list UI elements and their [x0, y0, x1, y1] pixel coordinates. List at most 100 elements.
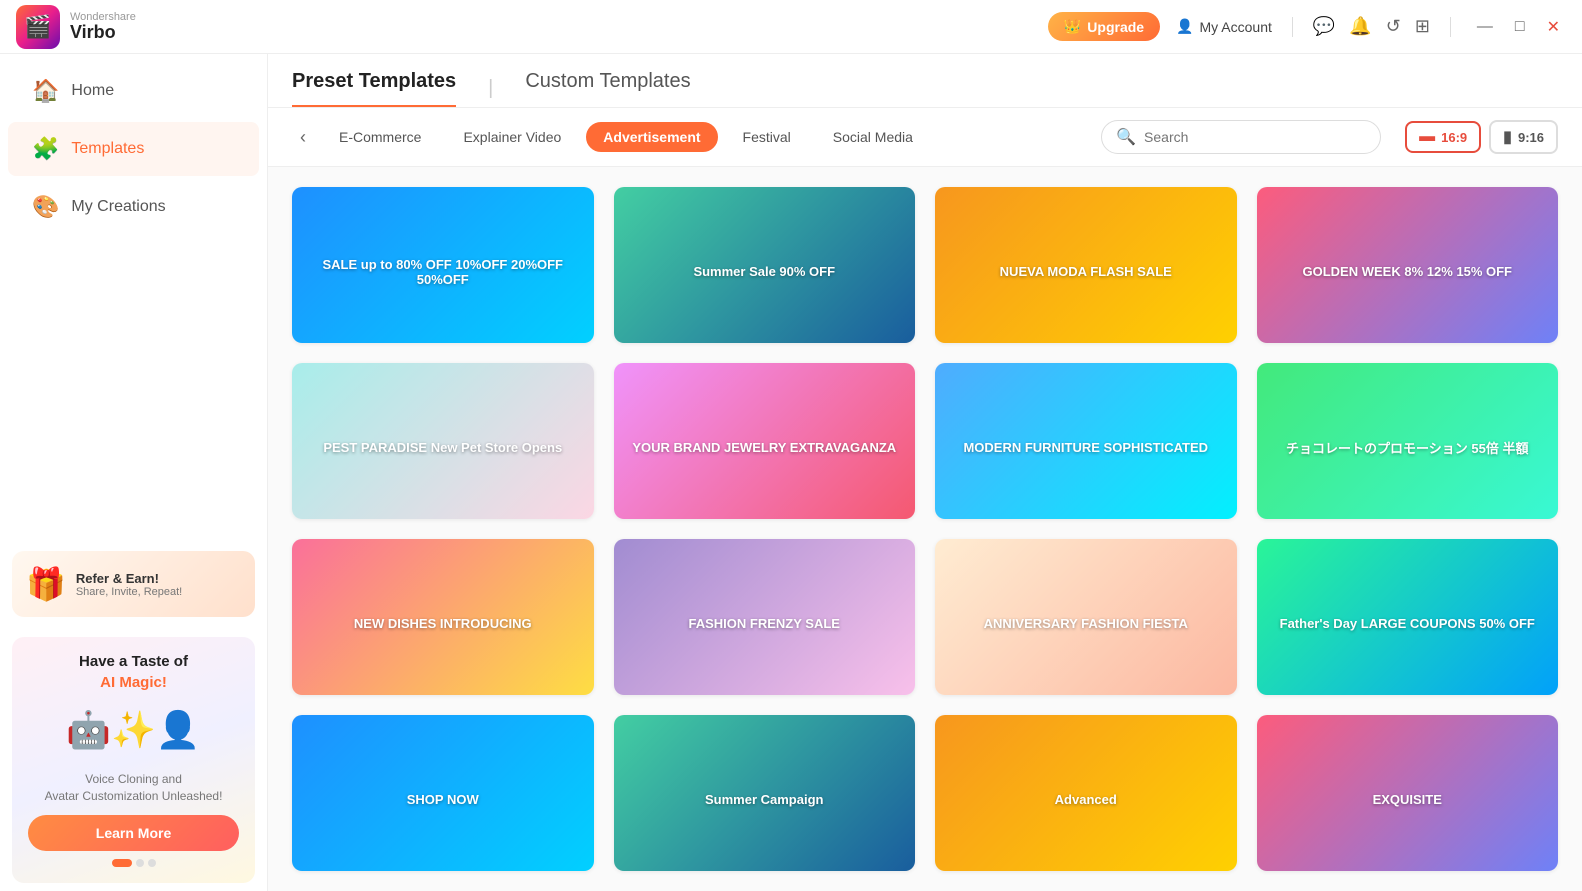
creations-icon: 🎨: [32, 194, 59, 220]
dot-2: [136, 859, 144, 867]
promo-title: Refer & Earn!: [76, 571, 182, 586]
crown-icon: 👑: [1064, 18, 1081, 35]
app-logo-icon: 🎬: [16, 5, 60, 49]
upgrade-button[interactable]: 👑 Upgrade: [1048, 12, 1160, 41]
template-card[interactable]: ANNIVERSARY FASHION FIESTAAnniversary Fa…: [935, 539, 1237, 695]
notification-icon[interactable]: 🔔: [1349, 16, 1371, 37]
sidebar-creations-label: My Creations: [71, 198, 165, 216]
filter-bar: ‹ E-Commerce Explainer Video Advertiseme…: [268, 108, 1582, 167]
my-account-button[interactable]: 👤 My Account: [1176, 18, 1272, 35]
template-thumbnail: チョコレートのプロモーション 55倍 半額: [1257, 363, 1559, 519]
template-thumb-label: NEW DISHES INTRODUCING: [292, 539, 594, 695]
template-card[interactable]: Father's Day LARGE COUPONS 50% OFFFather…: [1257, 539, 1559, 695]
close-button[interactable]: ✕: [1541, 15, 1566, 39]
template-thumb-label: MODERN FURNITURE SOPHISTICATED: [935, 363, 1237, 519]
template-thumbnail: YOUR BRAND JEWELRY EXTRAVAGANZA: [614, 363, 916, 519]
template-thumbnail: Father's Day LARGE COUPONS 50% OFF: [1257, 539, 1559, 695]
template-card[interactable]: SHOP NOWShopping Promotion: [292, 715, 594, 871]
template-thumb-label: PEST PARADISE New Pet Store Opens: [292, 363, 594, 519]
template-card[interactable]: SALE up to 80% OFF 10%OFF 20%OFF 50%OFFI…: [292, 187, 594, 343]
content-header: Preset Templates | Custom Templates: [268, 54, 1582, 108]
template-card[interactable]: AdvancedAdvanced Marketing: [935, 715, 1237, 871]
template-card[interactable]: Summer Sale 90% OFFSummer Bikini Sale Ho…: [614, 187, 916, 343]
promo-icon: 🎁: [26, 565, 66, 603]
template-card[interactable]: YOUR BRAND JEWELRY EXTRAVAGANZAJewelry E…: [614, 363, 916, 519]
window-controls: — □ ✕: [1471, 15, 1566, 39]
template-thumb-label: SALE up to 80% OFF 10%OFF 20%OFF 50%OFF: [292, 187, 594, 343]
tab-divider: |: [488, 77, 493, 100]
template-thumb-label: Father's Day LARGE COUPONS 50% OFF: [1257, 539, 1559, 695]
grid-icon[interactable]: ⊞: [1415, 16, 1430, 37]
tab-custom-templates[interactable]: Custom Templates: [525, 70, 690, 107]
template-thumbnail: Summer Sale 90% OFF: [614, 187, 916, 343]
ai-magic-highlight: AI Magic!: [28, 674, 239, 691]
template-thumbnail: NEW DISHES INTRODUCING: [292, 539, 594, 695]
filter-chip-festival[interactable]: Festival: [726, 122, 808, 152]
sidebar: 🏠 Home 🧩 Templates 🎨 My Creations 🎁 Refe…: [0, 54, 268, 891]
titlebar-divider2: [1450, 17, 1451, 37]
filter-chip-social-media[interactable]: Social Media: [816, 122, 930, 152]
template-thumbnail: EXQUISITE: [1257, 715, 1559, 871]
tab-preset-templates[interactable]: Preset Templates: [292, 70, 456, 107]
maximize-button[interactable]: □: [1509, 16, 1531, 38]
template-thumbnail: PEST PARADISE New Pet Store Opens: [292, 363, 594, 519]
sidebar-item-templates[interactable]: 🧩 Templates: [8, 122, 259, 176]
search-box: 🔍: [1101, 120, 1381, 154]
template-thumbnail: MODERN FURNITURE SOPHISTICATED: [935, 363, 1237, 519]
sidebar-templates-label: Templates: [71, 140, 144, 158]
logo-virbo: Virbo: [70, 23, 136, 43]
template-thumbnail: FASHION FRENZY SALE: [614, 539, 916, 695]
sidebar-item-home[interactable]: 🏠 Home: [8, 64, 259, 118]
filter-chip-ecommerce[interactable]: E-Commerce: [322, 122, 438, 152]
refresh-icon[interactable]: ↺: [1386, 16, 1401, 37]
template-card[interactable]: NUEVA MODA FLASH SALEFootball Jersey Pro…: [935, 187, 1237, 343]
minimize-button[interactable]: —: [1471, 16, 1499, 38]
template-thumbnail: ANNIVERSARY FASHION FIESTA: [935, 539, 1237, 695]
home-icon: 🏠: [32, 78, 59, 104]
filter-chip-explainer[interactable]: Explainer Video: [446, 122, 578, 152]
sidebar-promo-banner[interactable]: 🎁 Refer & Earn! Share, Invite, Repeat!: [12, 551, 255, 617]
template-card[interactable]: Summer CampaignSummer Sale Campaign: [614, 715, 916, 871]
template-thumb-label: FASHION FRENZY SALE: [614, 539, 916, 695]
learn-more-button[interactable]: Learn More: [28, 815, 239, 851]
template-thumbnail: NUEVA MODA FLASH SALE: [935, 187, 1237, 343]
template-card[interactable]: チョコレートのプロモーション 55倍 半額Chocolate Promotion…: [1257, 363, 1559, 519]
sidebar-spacer: [0, 236, 267, 539]
template-card[interactable]: NEW DISHES INTRODUCINGCulinary Innovatio…: [292, 539, 594, 695]
template-card[interactable]: PEST PARADISE New Pet Store OpensNew Pet…: [292, 363, 594, 519]
search-icon: 🔍: [1116, 127, 1136, 147]
aspect-916-button[interactable]: ▮ 9:16: [1489, 120, 1558, 154]
sidebar-item-my-creations[interactable]: 🎨 My Creations: [8, 180, 259, 234]
aspect-169-button[interactable]: ▬ 16:9: [1405, 121, 1481, 153]
message-icon[interactable]: 💬: [1313, 16, 1335, 37]
sidebar-ai-magic-card: Have a Taste of AI Magic! 🤖✨👤 Voice Clon…: [12, 637, 255, 883]
template-thumb-label: Summer Sale 90% OFF: [614, 187, 916, 343]
landscape-icon: ▬: [1419, 128, 1435, 146]
titlebar-icons: 💬 🔔 ↺ ⊞: [1313, 16, 1430, 37]
templates-icon: 🧩: [32, 136, 59, 162]
aspect-ratio-buttons: ▬ 16:9 ▮ 9:16: [1405, 120, 1558, 154]
template-card[interactable]: MODERN FURNITURE SOPHISTICATEDMarketing …: [935, 363, 1237, 519]
logo-text: Wondershare Virbo: [70, 11, 136, 43]
promo-text-block: Refer & Earn! Share, Invite, Repeat!: [76, 571, 182, 598]
ai-magic-desc: Voice Cloning andAvatar Customization Un…: [28, 771, 239, 805]
dot-1: [112, 859, 132, 867]
titlebar-divider: [1292, 17, 1293, 37]
filter-prev-button[interactable]: ‹: [292, 123, 314, 152]
template-thumb-label: ANNIVERSARY FASHION FIESTA: [935, 539, 1237, 695]
template-thumb-label: EXQUISITE: [1257, 715, 1559, 871]
template-card[interactable]: GOLDEN WEEK 8% 12% 15% OFFBeauty Merchan…: [1257, 187, 1559, 343]
template-thumbnail: Summer Campaign: [614, 715, 916, 871]
sidebar-home-label: Home: [71, 82, 114, 100]
template-card[interactable]: EXQUISITEExquisite Collection: [1257, 715, 1559, 871]
template-card[interactable]: FASHION FRENZY SALEMarketing Promotion -…: [614, 539, 916, 695]
search-input[interactable]: [1144, 129, 1344, 145]
titlebar-right: 👑 Upgrade 👤 My Account 💬 🔔 ↺ ⊞ — □ ✕: [1048, 12, 1566, 41]
template-thumbnail: SALE up to 80% OFF 10%OFF 20%OFF 50%OFF: [292, 187, 594, 343]
templates-grid: SALE up to 80% OFF 10%OFF 20%OFF 50%OFFI…: [268, 167, 1582, 891]
template-thumb-label: GOLDEN WEEK 8% 12% 15% OFF: [1257, 187, 1559, 343]
filter-chip-advertisement[interactable]: Advertisement: [586, 122, 717, 152]
template-thumb-label: Summer Campaign: [614, 715, 916, 871]
dot-3: [148, 859, 156, 867]
template-thumb-label: NUEVA MODA FLASH SALE: [935, 187, 1237, 343]
